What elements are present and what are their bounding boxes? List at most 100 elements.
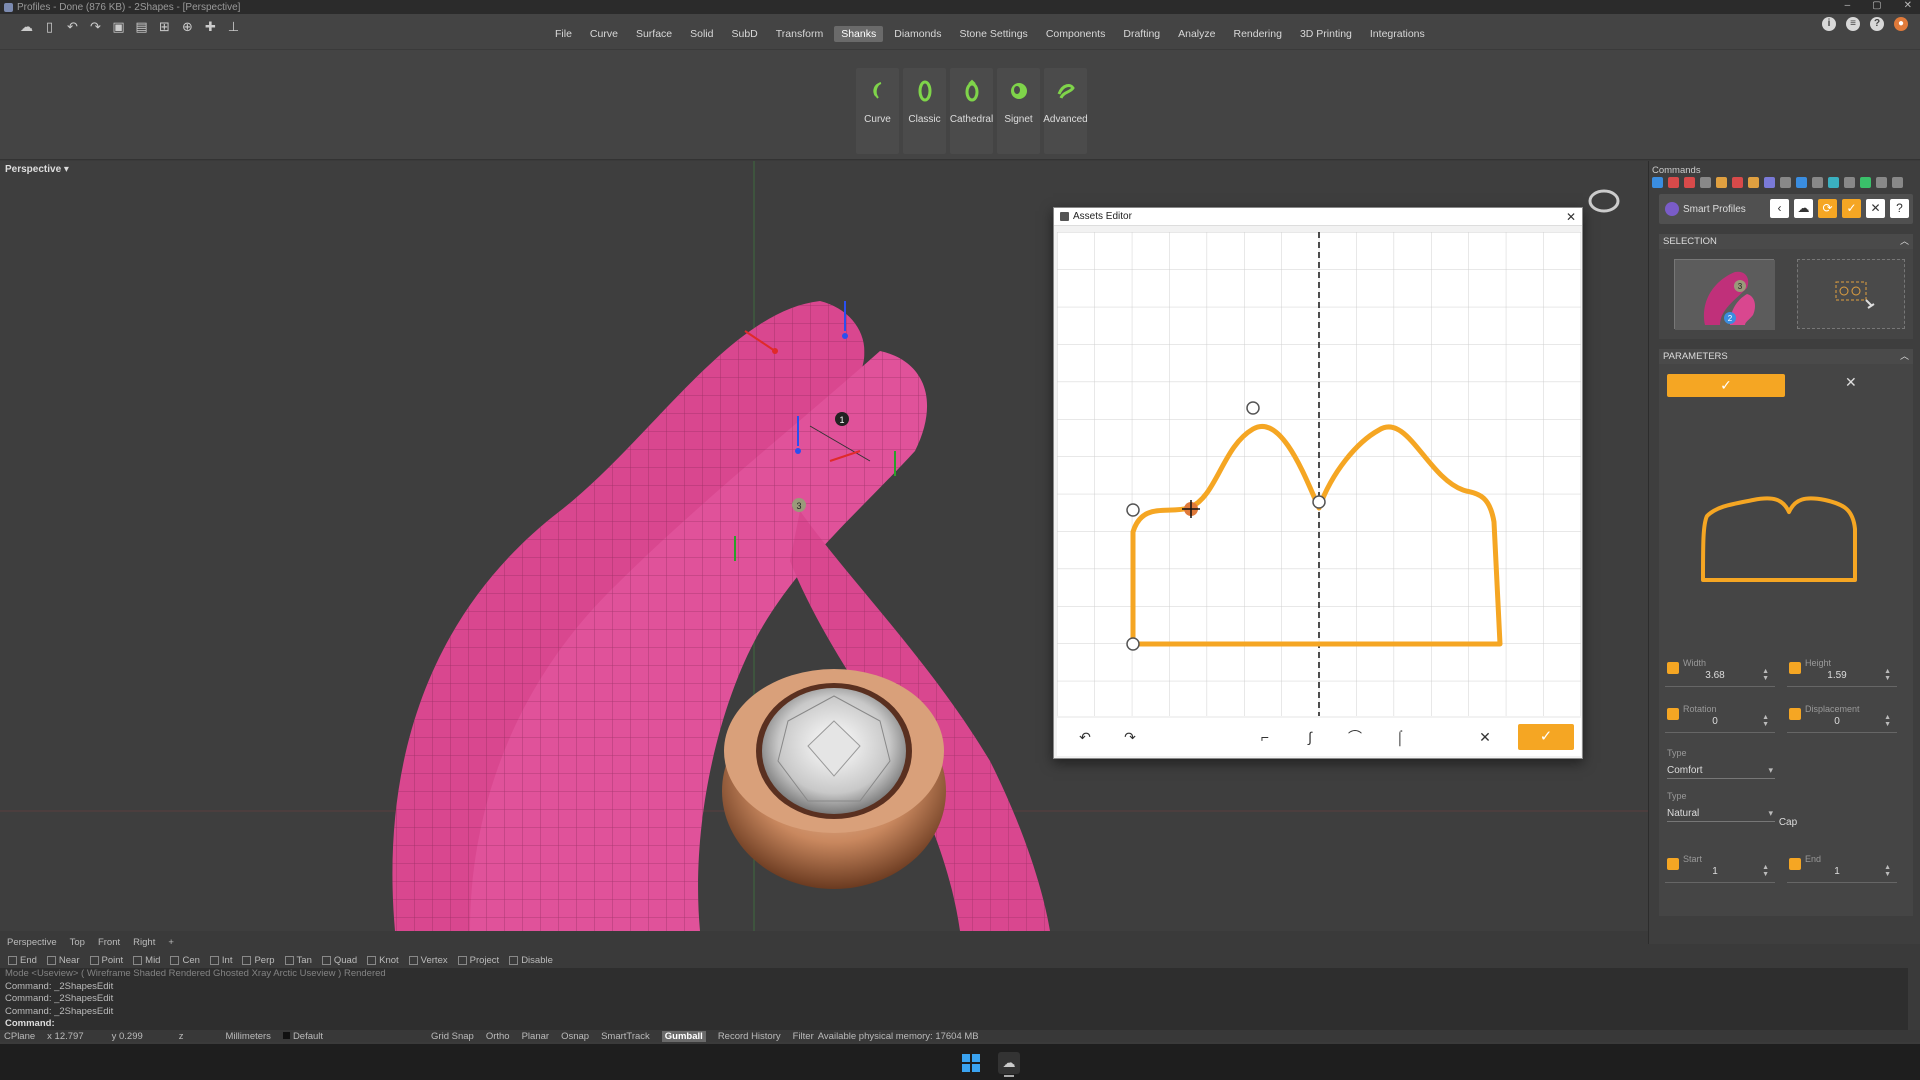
checkbox[interactable] (321, 955, 331, 965)
close-window-button[interactable]: ✕ (1904, 0, 1912, 11)
osnap-mid[interactable]: Mid (133, 955, 160, 966)
help-icon[interactable]: ? (1890, 199, 1909, 218)
save-as-icon[interactable]: ▤ (133, 18, 150, 35)
rotation-value[interactable]: 0 (1665, 716, 1765, 727)
back-icon[interactable]: ‹ (1770, 199, 1789, 218)
units-label[interactable]: Millimeters (226, 1031, 271, 1042)
ground-tab-icon[interactable] (1828, 177, 1839, 188)
library-tab-icon[interactable] (1844, 177, 1855, 188)
menu-file[interactable]: File (548, 26, 579, 42)
profile-editor-canvas[interactable] (1057, 232, 1581, 716)
settings-tab-icon[interactable] (1892, 177, 1903, 188)
properties-tab-icon[interactable] (1652, 177, 1663, 188)
gumball-toggle[interactable]: Gumball (661, 1030, 706, 1042)
checkbox[interactable] (46, 955, 56, 965)
selection-section-header[interactable]: SELECTION ︿ (1659, 234, 1913, 249)
osnap-project[interactable]: Project (457, 955, 499, 966)
marker-3[interactable]: 3 (796, 501, 801, 511)
cloud-icon[interactable]: ☁ (1794, 199, 1813, 218)
parameters-confirm-button[interactable]: ✓ (1667, 374, 1785, 397)
grid-icon[interactable]: ⊞ (156, 18, 173, 35)
ribbon-curve-button[interactable]: Curve (856, 68, 899, 154)
type-comfort-select[interactable]: Type Comfort (1667, 748, 1777, 779)
ribbon-signet-button[interactable]: Signet (997, 68, 1040, 154)
curve-point-tool-icon[interactable]: ⌒ (1345, 727, 1365, 747)
menu-curve[interactable]: Curve (583, 26, 625, 42)
sun-tab-icon[interactable] (1812, 177, 1823, 188)
osnap-toggle[interactable]: Osnap (561, 1031, 589, 1042)
displacement-field[interactable]: Displacement 0 ▲ ▼ (1787, 704, 1897, 740)
editor-redo-button[interactable]: ↷ (1120, 727, 1140, 747)
view-navigation-icon[interactable] (1588, 189, 1620, 213)
windows-start-icon[interactable] (962, 1054, 980, 1072)
new-file-icon[interactable]: ▯ (41, 18, 58, 35)
viewport-tab-right[interactable]: Right (133, 937, 155, 949)
undo-icon[interactable]: ↶ (64, 18, 81, 35)
parameters-section-header[interactable]: PARAMETERS ︿ (1659, 349, 1913, 364)
menu-diamonds[interactable]: Diamonds (887, 26, 948, 42)
layers-tab-icon[interactable] (1668, 177, 1679, 188)
rhino-taskbar-icon[interactable]: ☁ (998, 1052, 1020, 1077)
checkbox[interactable] (209, 955, 219, 965)
save-icon[interactable]: ▣ (110, 18, 127, 35)
end-stepper[interactable]: ▲ ▼ (1884, 864, 1891, 878)
ribbon-cathedral-button[interactable]: Cathedral (950, 68, 993, 154)
selected-object-thumbnail[interactable]: 3 2 (1674, 259, 1775, 330)
account-avatar-icon[interactable]: ● (1894, 17, 1908, 31)
info-icon[interactable]: i (1822, 17, 1836, 31)
osnap-tan[interactable]: Tan (284, 955, 312, 966)
checkbox[interactable] (367, 955, 377, 965)
delete-point-tool-icon[interactable]: ⌠ (1390, 727, 1410, 747)
materials-tab-icon[interactable] (1732, 177, 1743, 188)
collapse-chevron-icon[interactable]: ︿ (1900, 349, 1909, 364)
ortho-toggle[interactable]: Ortho (486, 1031, 510, 1042)
osnap-point[interactable]: Point (89, 955, 123, 966)
redo-icon[interactable]: ↷ (87, 18, 104, 35)
record-history-toggle[interactable]: Record History (718, 1031, 781, 1042)
menu-3d-printing[interactable]: 3D Printing (1293, 26, 1359, 42)
checkbox[interactable] (509, 955, 519, 965)
menu-stone-settings[interactable]: Stone Settings (953, 26, 1035, 42)
snap-icon[interactable]: ⊕ (179, 18, 196, 35)
gumball-icon[interactable]: ✚ (202, 18, 219, 35)
checkbox[interactable] (8, 955, 17, 965)
planar-toggle[interactable]: Planar (522, 1031, 549, 1042)
checkbox[interactable] (89, 955, 99, 965)
checkbox[interactable] (133, 955, 143, 965)
close-icon[interactable]: ✕ (1866, 199, 1885, 218)
width-field[interactable]: Width 3.68 ▲ ▼ (1665, 658, 1775, 694)
lights-tab-icon[interactable] (1780, 177, 1791, 188)
blocks-tab-icon[interactable] (1764, 177, 1775, 188)
osnap-vertex[interactable]: Vertex (408, 955, 448, 966)
render-tab-icon[interactable] (1684, 177, 1695, 188)
plane-icon[interactable]: ⊥ (225, 18, 242, 35)
osnap-near[interactable]: Near (46, 955, 80, 966)
displacement-stepper[interactable]: ▲ ▼ (1884, 714, 1891, 728)
osnap-knot[interactable]: Knot (367, 955, 399, 966)
smooth-point-tool-icon[interactable]: ∫ (1300, 727, 1320, 747)
add-selection-placeholder[interactable] (1797, 259, 1905, 329)
rotation-field[interactable]: Rotation 0 ▲ ▼ (1665, 704, 1775, 740)
rotation-stepper[interactable]: ▲ ▼ (1762, 714, 1769, 728)
help-icon[interactable]: ? (1870, 17, 1884, 31)
menu-rendering[interactable]: Rendering (1226, 26, 1288, 42)
type-value[interactable]: Comfort (1667, 765, 1777, 776)
end-field[interactable]: End 1 ▲ ▼ (1787, 854, 1897, 890)
control-point[interactable] (1312, 495, 1326, 509)
menu-shanks[interactable]: Shanks (834, 26, 884, 42)
command-area[interactable]: Mode <Useview> ( Wireframe Shaded Render… (0, 968, 1908, 1030)
osnap-cen[interactable]: Cen (170, 955, 200, 966)
editor-confirm-button[interactable]: ✓ (1518, 724, 1574, 750)
refresh-icon[interactable]: ⟳ (1818, 199, 1837, 218)
menu-integrations[interactable]: Integrations (1363, 26, 1432, 42)
display-tab-icon[interactable] (1700, 177, 1711, 188)
ribbon-advanced-button[interactable]: Advanced (1043, 68, 1088, 154)
height-value[interactable]: 1.59 (1787, 670, 1887, 681)
layer-label[interactable]: Default (282, 1031, 335, 1042)
menu-components[interactable]: Components (1039, 26, 1113, 42)
width-value[interactable]: 3.68 (1665, 670, 1765, 681)
menu-transform[interactable]: Transform (769, 26, 830, 42)
osnap-quad[interactable]: Quad (321, 955, 357, 966)
assets-editor-titlebar[interactable]: Assets Editor (1054, 208, 1582, 226)
environment-tab-icon[interactable] (1796, 177, 1807, 188)
